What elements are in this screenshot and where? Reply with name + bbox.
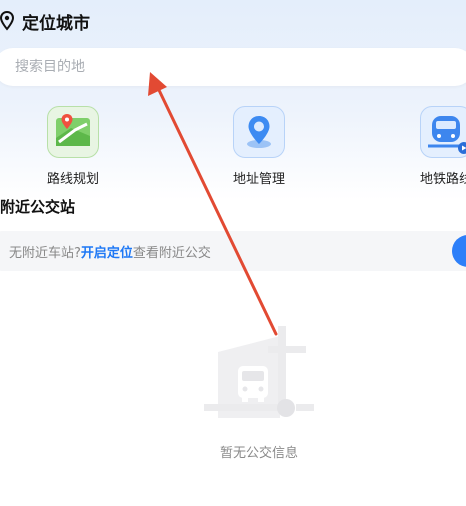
shortcut-label: 路线规划 bbox=[46, 172, 99, 187]
enable-location-link[interactable]: 开启定位 bbox=[81, 246, 133, 261]
shortcut-label: 地铁路线 bbox=[419, 172, 466, 187]
location-pin-icon bbox=[0, 11, 14, 31]
search-bar[interactable] bbox=[0, 48, 466, 86]
search-input[interactable] bbox=[13, 58, 417, 76]
bus-stop-icon bbox=[204, 326, 314, 418]
shortcut-route-planning[interactable]: 路线规划 bbox=[13, 106, 133, 187]
location-pin-icon bbox=[233, 106, 285, 158]
nearby-prompt-text: 无附近车站?开启定位查看附近公交 bbox=[9, 242, 211, 261]
nearby-stations-prompt: 无附近车站?开启定位查看附近公交 bbox=[0, 231, 466, 271]
nearby-stations-title: 附近公交站 bbox=[0, 198, 76, 216]
empty-state-text: 暂无公交信息 bbox=[219, 446, 298, 461]
location-city-selector[interactable]: 定位城市 bbox=[0, 8, 90, 34]
shortcut-subway-route[interactable]: 地铁路线 bbox=[386, 106, 466, 187]
nearby-prompt-suffix: 查看附近公交 bbox=[132, 245, 211, 261]
subway-train-icon bbox=[420, 106, 466, 158]
shortcut-address-management[interactable]: 地址管理 bbox=[199, 106, 319, 187]
shortcut-label: 地址管理 bbox=[232, 172, 285, 187]
city-label: 定位城市 bbox=[22, 13, 90, 34]
route-map-icon bbox=[47, 106, 99, 158]
nearby-prompt-prefix: 无附近车站? bbox=[9, 245, 81, 261]
